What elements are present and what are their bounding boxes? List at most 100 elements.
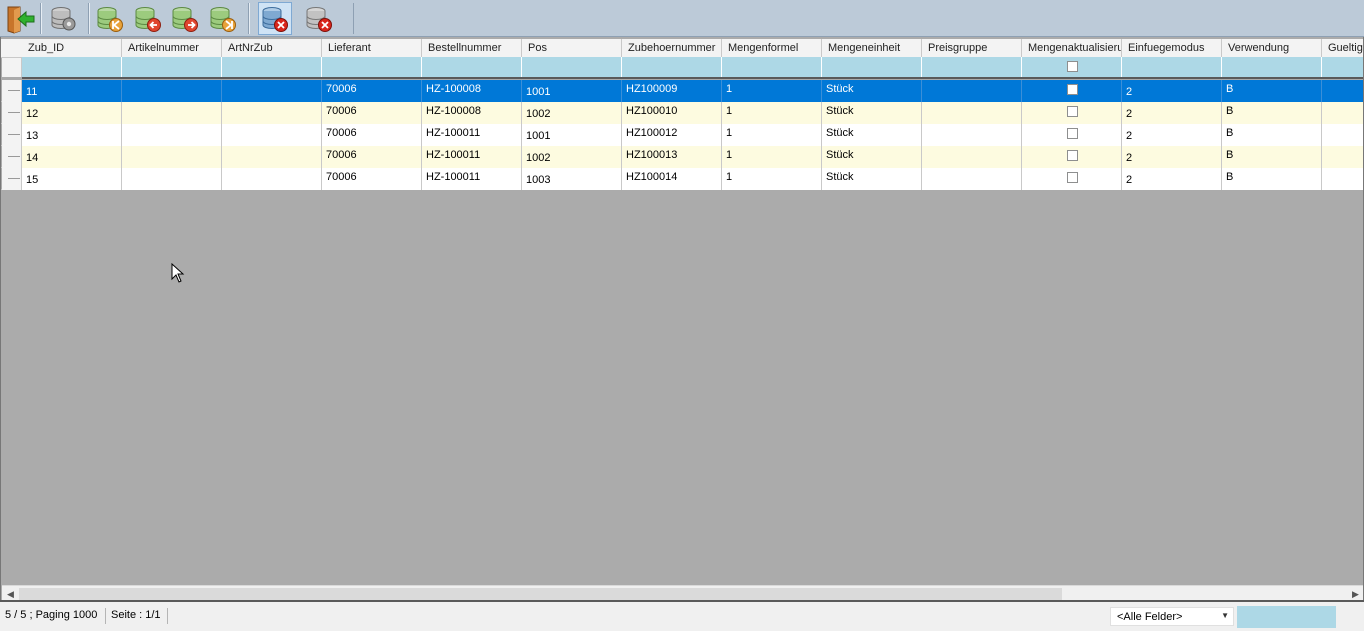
row-checkbox-mengenaktualisierung[interactable] [1067, 150, 1078, 161]
row-selector[interactable] [2, 124, 22, 146]
field-filter-select[interactable]: <Alle Felder> ▼ [1110, 607, 1234, 626]
column-header-bestellnummer[interactable]: Bestellnummer [422, 39, 522, 57]
horizontal-scrollbar[interactable]: ◀ ▶ [2, 585, 1363, 600]
column-header-mengenaktualisierung[interactable]: Mengenaktualisieru [1022, 39, 1122, 57]
column-header-gueltig[interactable]: Gueltig [1322, 39, 1363, 57]
cell-lieferant: 70006 [326, 171, 357, 183]
cell-bestellnummer: HZ-100011 [426, 127, 481, 139]
filter-cell-gueltig[interactable] [1322, 57, 1363, 77]
cell-zub-id: 12 [26, 108, 39, 120]
cell-verwendung: B [1226, 149, 1234, 161]
column-header-zub-id[interactable]: Zub_ID [22, 39, 122, 57]
cell-verwendung: B [1226, 127, 1234, 139]
cell-bestellnummer: HZ-100011 [426, 149, 481, 161]
cell-pos: 1003 [526, 174, 551, 186]
cell-lieferant: 70006 [326, 105, 357, 117]
database-next-icon [172, 6, 198, 32]
filter-cell-mengeneinheit[interactable] [822, 57, 922, 77]
filter-checkbox[interactable] [1067, 61, 1078, 72]
cell-mengenformel: 1 [726, 149, 733, 161]
cell-zub-id: 14 [26, 152, 39, 164]
cell-pos: 1002 [526, 152, 551, 164]
cell-verwendung: B [1226, 83, 1234, 95]
record-count: 5 / 5 ; Paging 1000 [5, 609, 98, 621]
cell-einfuegemodus: 2 [1126, 108, 1133, 120]
column-header-pos[interactable]: Pos [522, 39, 622, 57]
exit-icon [7, 6, 35, 34]
filter-cell-artikelnummer[interactable] [122, 57, 222, 77]
table-row[interactable]: 12 70006 HZ-100008 1002 HZ100010 1 Stück… [1, 102, 1363, 124]
column-header-preisgruppe[interactable]: Preisgruppe [922, 39, 1022, 57]
cell-zubehoernummer: HZ100014 [626, 171, 678, 183]
arrow-right-icon: ▶ [1352, 589, 1359, 599]
cell-bestellnummer: HZ-100011 [426, 171, 481, 183]
database-delete-icon [306, 6, 332, 32]
table-row[interactable]: 11 70006 HZ-100008 1001 HZ100009 1 Stück… [1, 80, 1363, 102]
row-selector[interactable] [2, 102, 22, 124]
table-row[interactable]: 15 70006 HZ-100011 1003 HZ100014 1 Stück… [1, 168, 1363, 190]
cell-einfuegemodus: 2 [1126, 152, 1133, 164]
filter-cell-verwendung[interactable] [1222, 57, 1322, 77]
previous-record-button[interactable] [131, 2, 165, 35]
row-selector[interactable] [2, 168, 22, 190]
cell-mengeneinheit: Stück [826, 149, 854, 161]
column-header-mengeneinheit[interactable]: Mengeneinheit [822, 39, 922, 57]
table-row[interactable]: 14 70006 HZ-100011 1002 HZ100013 1 Stück… [1, 146, 1363, 168]
last-record-button[interactable] [206, 2, 240, 35]
scroll-left-button[interactable]: ◀ [2, 586, 19, 600]
cell-lieferant: 70006 [326, 149, 357, 161]
column-header-artikelnummer[interactable]: Artikelnummer [122, 39, 222, 57]
filter-cell-pos[interactable] [522, 57, 622, 77]
column-header-verwendung[interactable]: Verwendung [1222, 39, 1322, 57]
cell-zubehoernummer: HZ100010 [626, 105, 678, 117]
mouse-cursor-icon [171, 263, 185, 283]
row-selector[interactable] [2, 146, 22, 168]
cell-mengeneinheit: Stück [826, 105, 854, 117]
filter-cell-einfuegemodus[interactable] [1122, 57, 1222, 77]
row-checkbox-mengenaktualisierung[interactable] [1067, 84, 1078, 95]
status-bar: 5 / 5 ; Paging 1000 Seite : 1/1 <Alle Fe… [0, 600, 1364, 631]
cell-bestellnummer: HZ-100008 [426, 83, 482, 95]
toolbar [0, 0, 1364, 37]
cell-verwendung: B [1226, 171, 1234, 183]
cell-zubehoernummer: HZ100012 [626, 127, 678, 139]
cell-einfuegemodus: 2 [1126, 174, 1133, 186]
filter-cell-mengenaktualisierung[interactable] [1022, 57, 1122, 77]
cell-mengenformel: 1 [726, 127, 733, 139]
filter-cell-mengenformel[interactable] [722, 57, 822, 77]
filter-cell-zub-id[interactable] [22, 57, 122, 77]
row-checkbox-mengenaktualisierung[interactable] [1067, 128, 1078, 139]
cell-mengeneinheit: Stück [826, 171, 854, 183]
filter-row [22, 57, 1363, 79]
scroll-right-button[interactable]: ▶ [1347, 586, 1363, 600]
filter-cell-zubehoernummer[interactable] [622, 57, 722, 77]
table-row[interactable]: 13 70006 HZ-100011 1001 HZ100012 1 Stück… [1, 124, 1363, 146]
column-header-lieferant[interactable]: Lieferant [322, 39, 422, 57]
filter-cell-bestellnummer[interactable] [422, 57, 522, 77]
page-indicator: Seite : 1/1 [111, 609, 161, 621]
row-selector[interactable] [2, 80, 22, 102]
delete-filter-button[interactable] [258, 2, 292, 35]
delete-record-button[interactable] [302, 2, 336, 35]
scrollbar-thumb[interactable] [19, 588, 1062, 600]
column-header-einfuegemodus[interactable]: Einfuegemodus [1122, 39, 1222, 57]
first-record-button[interactable] [93, 2, 127, 35]
filter-cell-preisgruppe[interactable] [922, 57, 1022, 77]
database-settings-icon [51, 6, 76, 30]
row-checkbox-mengenaktualisierung[interactable] [1067, 172, 1078, 183]
column-header-zubehoernummer[interactable]: Zubehoernummer [622, 39, 722, 57]
database-settings-button[interactable] [47, 2, 81, 35]
next-record-button[interactable] [168, 2, 202, 35]
row-checkbox-mengenaktualisierung[interactable] [1067, 106, 1078, 117]
cell-zub-id: 13 [26, 130, 39, 142]
exit-button[interactable] [3, 2, 37, 35]
cell-pos: 1001 [526, 86, 551, 98]
filter-cell-lieferant[interactable] [322, 57, 422, 77]
cell-lieferant: 70006 [326, 127, 357, 139]
filter-cell-artnrzub[interactable] [222, 57, 322, 77]
column-header-artnrzub[interactable]: ArtNrZub [222, 39, 322, 57]
cell-lieferant: 70006 [326, 83, 357, 95]
column-header-mengenformel[interactable]: Mengenformel [722, 39, 822, 57]
database-delete-filter-icon [262, 6, 288, 32]
search-input[interactable] [1237, 606, 1336, 628]
